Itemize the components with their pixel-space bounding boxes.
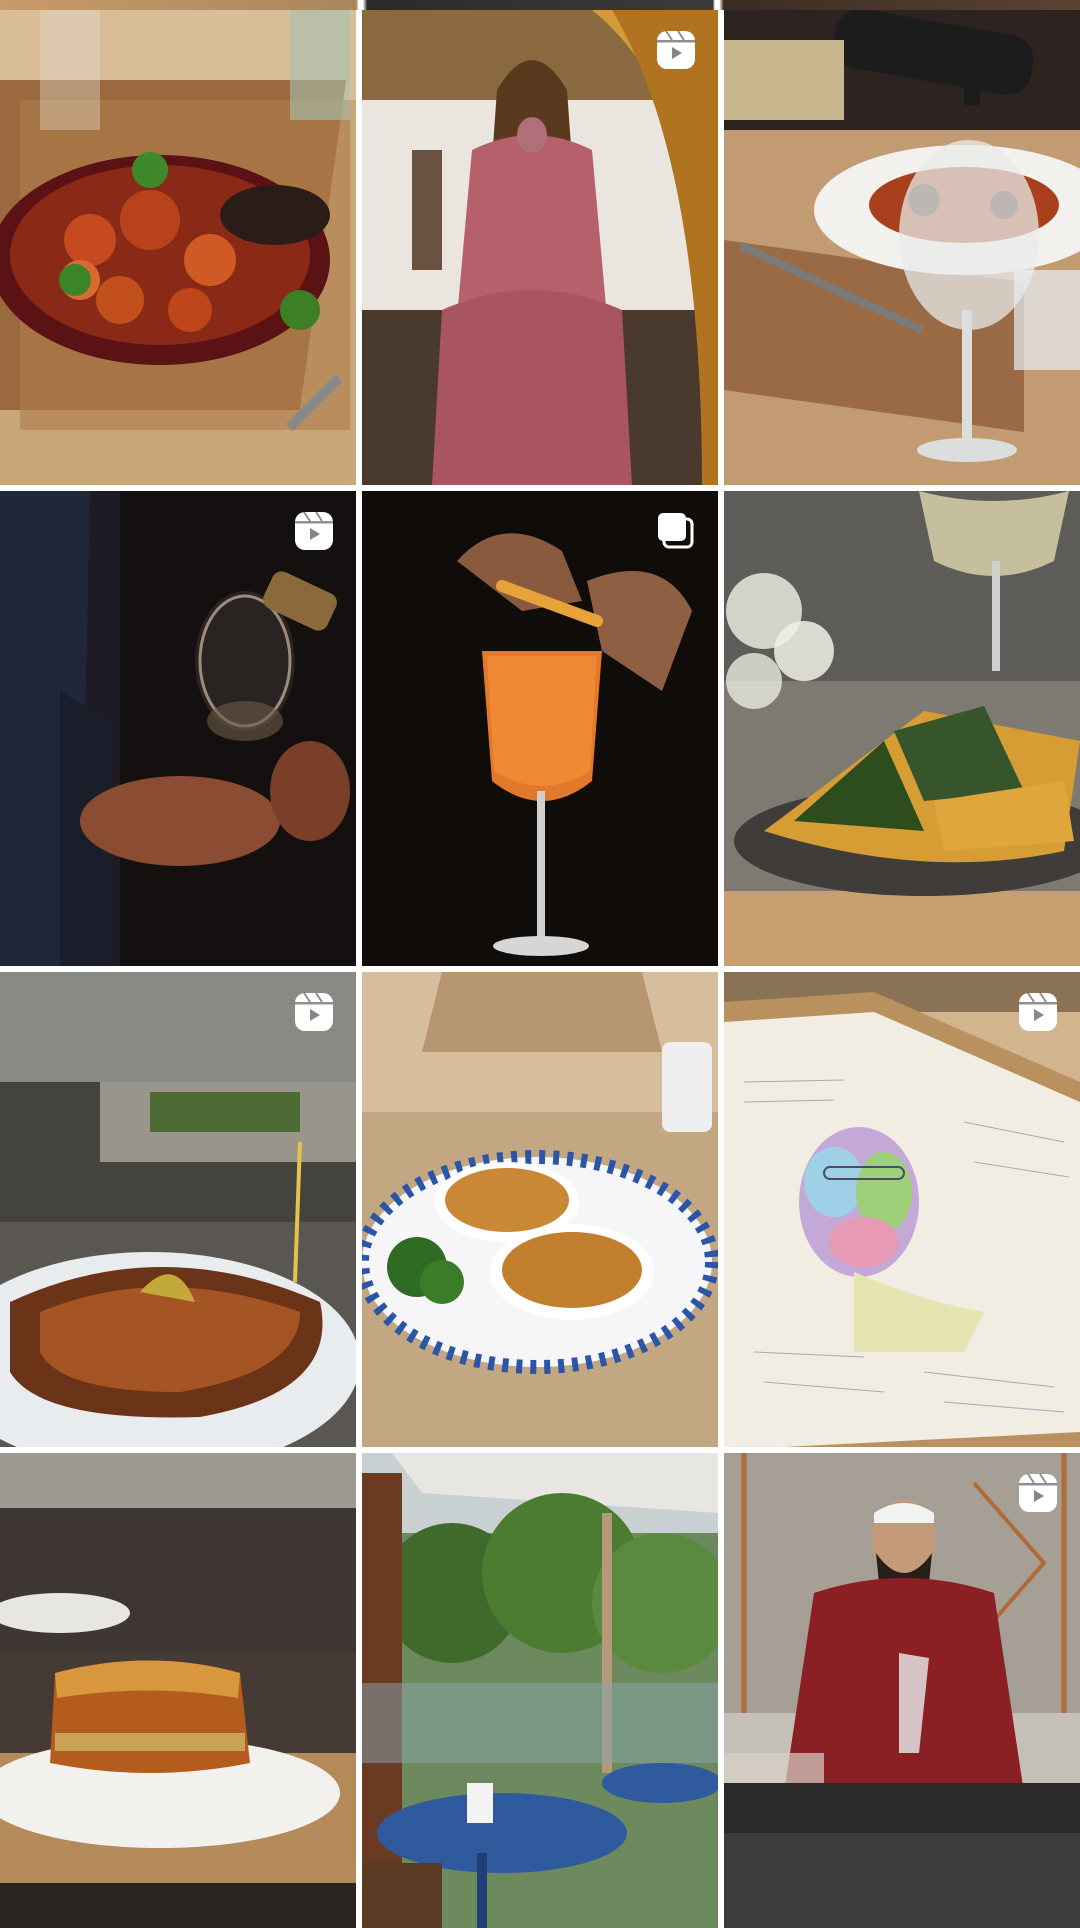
post-tile[interactable]	[362, 972, 718, 1447]
post-image-framed-portrait-drawing	[724, 972, 1080, 1447]
profile-post-grid	[0, 10, 1080, 1928]
post-image-spinach-pie-wine	[724, 491, 1080, 966]
post-tile[interactable]	[724, 1453, 1080, 1928]
post-image-moussaka-plate	[0, 1453, 356, 1928]
post-image-wine-glass-pour	[0, 491, 356, 966]
post-tile[interactable]	[724, 10, 1080, 485]
post-image-seafood-skillet	[0, 10, 356, 485]
post-image-bartender-wine-glass	[724, 1453, 1080, 1928]
post-tile[interactable]	[724, 972, 1080, 1447]
post-tile[interactable]	[362, 10, 718, 485]
reel-icon	[654, 28, 698, 72]
post-tile[interactable]	[0, 972, 356, 1447]
post-image-outdoor-terrace	[362, 1453, 718, 1928]
post-image-wine-pour-pasta	[724, 10, 1080, 485]
post-image-grilled-fish-olive-oil	[0, 972, 356, 1447]
post-tile[interactable]	[0, 491, 356, 966]
post-tile[interactable]	[724, 491, 1080, 966]
post-tile[interactable]	[362, 1453, 718, 1928]
post-tile[interactable]	[0, 1453, 356, 1928]
reel-icon	[292, 509, 336, 553]
post-tile[interactable]	[362, 491, 718, 966]
post-image-orange-spritz-cocktail	[362, 491, 718, 966]
reel-icon	[1016, 990, 1060, 1034]
post-tile[interactable]	[0, 10, 356, 485]
reel-icon	[292, 990, 336, 1034]
post-image-woman-pink-dress	[362, 10, 718, 485]
previous-row-edge	[0, 0, 1080, 10]
post-image-gratin-ramekins	[362, 972, 718, 1447]
carousel-icon	[654, 509, 698, 553]
reel-icon	[1016, 1471, 1060, 1515]
